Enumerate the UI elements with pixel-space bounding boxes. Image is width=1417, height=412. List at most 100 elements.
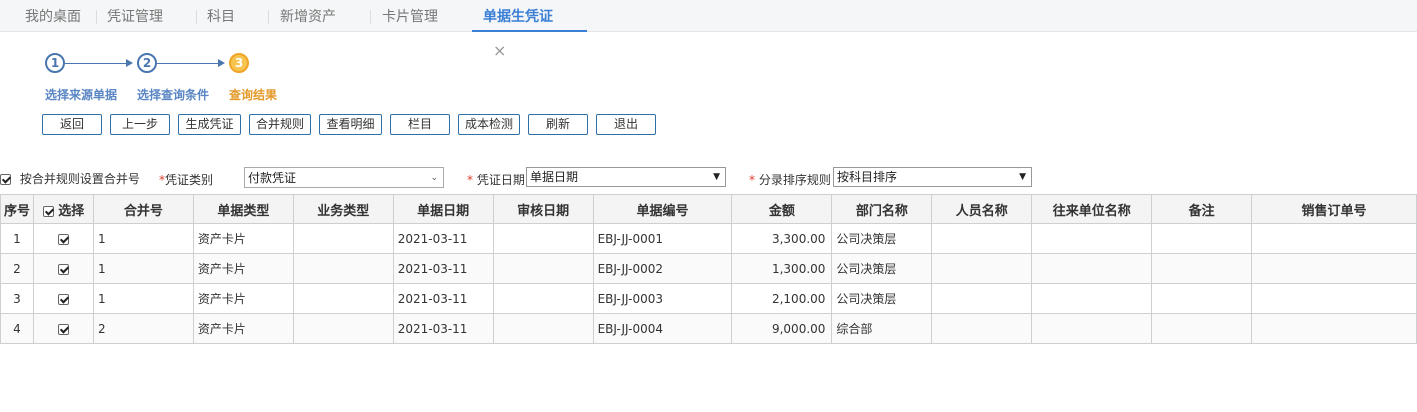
header-amount[interactable]: 金额: [731, 194, 833, 224]
table-row[interactable]: 3 1 资产卡片 2021-03-11 EBJ-JJ-0003 2,100.00…: [0, 283, 1417, 314]
cell-remark: [1151, 223, 1253, 254]
previous-step-button[interactable]: 上一步: [110, 114, 170, 135]
cell-doc-type: 资产卡片: [192, 253, 294, 284]
tab-bar: 我的桌面 凭证管理 科目 新增资产 卡片管理 单据生凭证 ×: [0, 0, 1417, 60]
cell-merge-no[interactable]: 1: [92, 223, 194, 254]
tab-label: 科目: [207, 9, 235, 25]
sort-rule-label-group: * 分录排序规则: [749, 171, 831, 188]
cell-merge-no[interactable]: 1: [92, 283, 194, 314]
tab-new-asset[interactable]: 新增资产: [269, 0, 347, 32]
cell-seq: 2: [0, 253, 34, 284]
header-sales-order[interactable]: 销售订单号: [1251, 194, 1417, 224]
cell-dept: 综合部: [831, 313, 933, 344]
cell-amount: 1,300.00: [731, 253, 833, 284]
cell-select[interactable]: [32, 313, 94, 344]
merge-rules-button[interactable]: 合并规则: [249, 114, 311, 135]
cell-doc-date: 2021-03-11: [392, 283, 494, 314]
cell-remark: [1151, 253, 1253, 284]
cell-audit-date: [492, 283, 594, 314]
cell-audit-date: [492, 223, 594, 254]
header-remark[interactable]: 备注: [1151, 194, 1253, 224]
tab-label: 新增资产: [280, 9, 336, 25]
sort-rule-select[interactable]: 按科目排序 ▼: [833, 167, 1032, 187]
tab-label: 卡片管理: [382, 9, 438, 25]
cell-person: [931, 283, 1033, 314]
cell-partner: [1031, 223, 1153, 254]
tab-card-management[interactable]: 卡片管理: [371, 0, 449, 32]
voucher-date-select[interactable]: 单据日期 ▼: [526, 167, 726, 187]
cell-doc-type: 资产卡片: [192, 313, 294, 344]
voucher-date-label: 凭证日期: [476, 173, 525, 187]
step-1-label: 选择来源单据: [45, 88, 118, 102]
cell-remark: [1151, 313, 1253, 344]
close-icon[interactable]: ×: [493, 41, 506, 60]
header-doc-type[interactable]: 单据类型: [192, 194, 294, 224]
chevron-down-icon: ⌄: [430, 173, 438, 183]
cell-select[interactable]: [32, 253, 94, 284]
tab-label: 我的桌面: [25, 9, 81, 25]
result-table: 序号 选择 合并号 单据类型 业务类型 单据日期 审核日期 单据编号 金额 部门…: [0, 194, 1417, 344]
cell-biz-type: [292, 313, 394, 344]
caret-down-icon: ▼: [713, 172, 720, 182]
exit-button[interactable]: 退出: [596, 114, 656, 135]
back-button[interactable]: 返回: [42, 114, 102, 135]
header-partner[interactable]: 往来单位名称: [1031, 194, 1153, 224]
tab-doc-to-voucher[interactable]: 单据生凭证 ×: [472, 0, 587, 60]
select-all-checkbox[interactable]: [42, 205, 54, 217]
table-row[interactable]: 1 1 资产卡片 2021-03-11 EBJ-JJ-0001 3,300.00…: [0, 223, 1417, 254]
header-dept[interactable]: 部门名称: [831, 194, 933, 224]
cell-doc-type: 资产卡片: [192, 223, 294, 254]
header-select[interactable]: 选择: [32, 194, 94, 224]
cell-person: [931, 253, 1033, 284]
columns-button[interactable]: 栏目: [390, 114, 450, 135]
cell-merge-no[interactable]: 2: [92, 313, 194, 344]
voucher-type-value: 付款凭证: [248, 171, 297, 185]
cost-check-button[interactable]: 成本检测: [458, 114, 520, 135]
cell-biz-type: [292, 253, 394, 284]
table-row[interactable]: 4 2 资产卡片 2021-03-11 EBJ-JJ-0004 9,000.00…: [0, 313, 1417, 344]
header-audit-date[interactable]: 审核日期: [492, 194, 594, 224]
row-checkbox[interactable]: [57, 233, 69, 245]
cell-audit-date: [492, 313, 594, 344]
header-seq[interactable]: 序号: [0, 194, 34, 224]
cell-sales-order: [1251, 313, 1417, 344]
row-checkbox[interactable]: [57, 323, 69, 335]
cell-doc-no: EBJ-JJ-0004: [592, 313, 733, 344]
cell-doc-no: EBJ-JJ-0002: [592, 253, 733, 284]
cell-sales-order: [1251, 283, 1417, 314]
row-checkbox[interactable]: [57, 293, 69, 305]
cell-doc-date: 2021-03-11: [392, 223, 494, 254]
cell-merge-no[interactable]: 1: [92, 253, 194, 284]
header-person[interactable]: 人员名称: [931, 194, 1033, 224]
cell-person: [931, 313, 1033, 344]
view-detail-button[interactable]: 查看明细: [319, 114, 382, 135]
cell-doc-date: 2021-03-11: [392, 313, 494, 344]
header-merge-no[interactable]: 合并号: [92, 194, 194, 224]
step-connector: [65, 63, 127, 64]
tab-desktop[interactable]: 我的桌面: [14, 0, 92, 32]
caret-down-icon: ▼: [1019, 172, 1026, 182]
cell-doc-type: 资产卡片: [192, 283, 294, 314]
refresh-button[interactable]: 刷新: [528, 114, 588, 135]
generate-voucher-button[interactable]: 生成凭证: [178, 114, 241, 135]
cell-dept: 公司决策层: [831, 253, 933, 284]
tab-voucher-management[interactable]: 凭证管理: [96, 0, 174, 32]
required-mark: *: [467, 173, 473, 187]
tab-subjects[interactable]: 科目: [196, 0, 246, 32]
row-checkbox[interactable]: [57, 263, 69, 275]
table-row[interactable]: 2 1 资产卡片 2021-03-11 EBJ-JJ-0002 1,300.00…: [0, 253, 1417, 284]
voucher-type-label: 凭证类别: [165, 173, 214, 187]
cell-select[interactable]: [32, 223, 94, 254]
merge-setting-checkbox[interactable]: [0, 174, 11, 185]
table-header-row: 序号 选择 合并号 单据类型 业务类型 单据日期 审核日期 单据编号 金额 部门…: [0, 194, 1417, 224]
voucher-type-select[interactable]: 付款凭证 ⌄: [244, 167, 444, 188]
step-1-circle: 1: [45, 53, 65, 73]
sort-rule-value: 按科目排序: [837, 170, 898, 184]
header-biz-type[interactable]: 业务类型: [292, 194, 394, 224]
cell-doc-no: EBJ-JJ-0003: [592, 283, 733, 314]
cell-seq: 3: [0, 283, 34, 314]
header-doc-date[interactable]: 单据日期: [392, 194, 494, 224]
step-2-circle: 2: [137, 53, 157, 73]
cell-select[interactable]: [32, 283, 94, 314]
header-doc-no[interactable]: 单据编号: [592, 194, 733, 224]
